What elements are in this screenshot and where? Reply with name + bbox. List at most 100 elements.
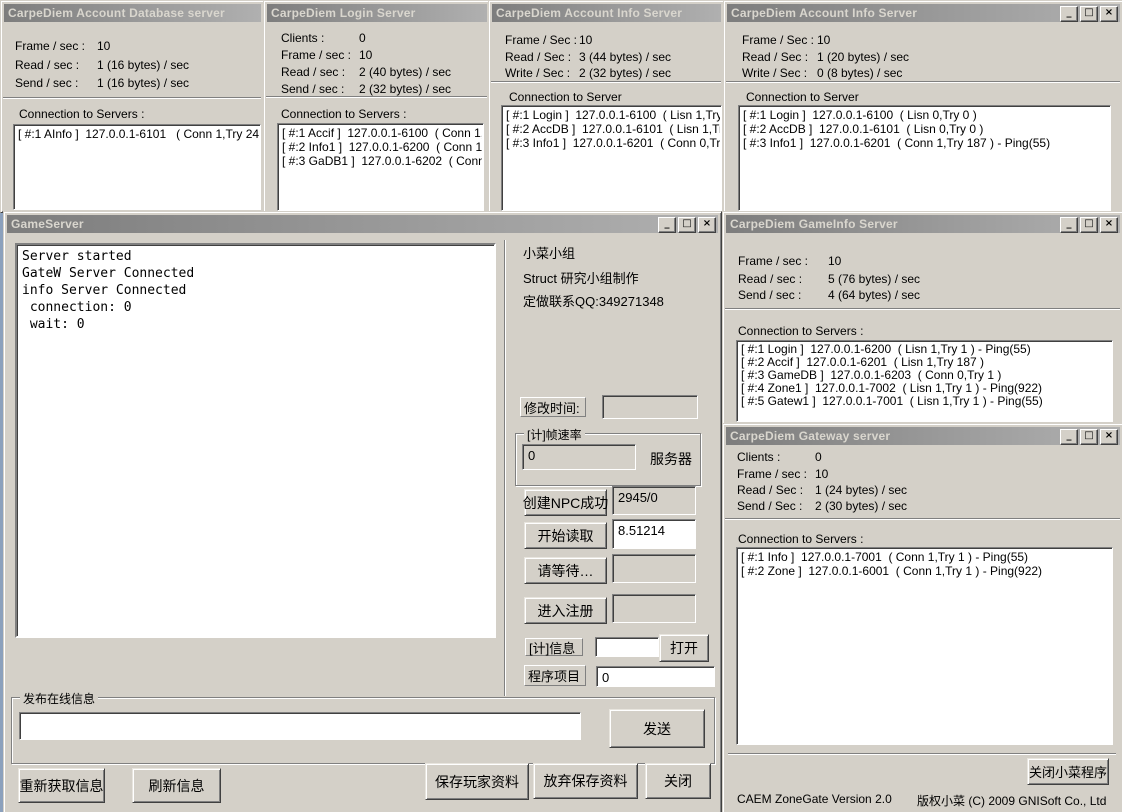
stat-label: Frame / sec : <box>15 39 85 53</box>
stat-value: 2 (32 bytes) / sec <box>359 82 451 96</box>
connection-entry[interactable]: [ #:2 Info1 ] 127.0.0.1-6200 ( Conn 1,Tr… <box>279 140 482 154</box>
connection-entry[interactable]: [ #:1 Login ] 127.0.0.1-6100 ( Lisn 0,Tr… <box>740 108 1109 122</box>
connection-entry[interactable]: [ #:3 Info1 ] 127.0.0.1-6201 ( Conn 0,Tr… <box>503 136 720 150</box>
window-title: CarpeDiem Account Info Server <box>731 6 917 20</box>
stat-label: Write / Sec : <box>742 66 807 80</box>
connection-entry[interactable]: [ #:1 Login ] 127.0.0.1-6200 ( Lisn 1,Tr… <box>738 343 1111 356</box>
broadcast-input[interactable] <box>19 712 581 740</box>
connection-entry[interactable]: [ #:3 GameDB ] 127.0.0.1-6203 ( Conn 0,T… <box>738 369 1111 382</box>
stat-row: Read / sec : 2 (40 bytes) / sec <box>264 65 490 80</box>
maximize-button[interactable]: □ <box>678 217 696 233</box>
window-gameinfo-server: CarpeDiem GameInfo Server _ □ × Frame / … <box>722 211 1122 425</box>
titlebar[interactable]: CarpeDiem Account Database server <box>4 4 261 22</box>
register-field[interactable] <box>612 594 696 623</box>
stat-value: 2 (30 bytes) / sec <box>815 499 907 513</box>
stat-row: Frame / sec : 10 <box>723 467 1122 482</box>
save-player-data-button[interactable]: 保存玩家资料 <box>425 763 529 800</box>
close-button[interactable]: × <box>698 217 716 233</box>
modify-time-label: 修改时间: <box>520 397 586 417</box>
stat-label: Frame / Sec : <box>742 33 814 47</box>
stat-label: Read / Sec : <box>505 50 571 64</box>
stat-value: 0 (8 bytes) / sec <box>817 66 902 80</box>
connections-listbox: [ #:1 Login ] 127.0.0.1-6100 ( Lisn 1,Tr… <box>501 105 722 211</box>
connections-label: Connection to Servers : <box>281 107 406 121</box>
minimize-button[interactable]: _ <box>658 217 676 233</box>
fps-field[interactable]: 0 <box>522 444 636 470</box>
connection-entry[interactable]: [ #:2 AccDB ] 127.0.0.1-6101 ( Lisn 0,Tr… <box>740 122 1109 136</box>
connection-entry[interactable]: [ #:1 Info ] 127.0.0.1-7001 ( Conn 1,Try… <box>738 550 1111 564</box>
stat-row: Frame / sec : 10 <box>1 39 264 54</box>
maximize-button[interactable]: □ <box>1080 217 1098 233</box>
stat-row: Send / sec : 2 (32 bytes) / sec <box>264 82 490 97</box>
stat-label: Read / sec : <box>15 58 79 72</box>
connection-entry[interactable]: [ #:5 Gatew1 ] 127.0.0.1-7001 ( Lisn 1,T… <box>738 395 1111 408</box>
credit-contact: 定做联系QQ:349271348 <box>523 291 664 310</box>
server-log[interactable]: Server started GateW Server Connected in… <box>15 243 496 638</box>
close-button[interactable]: × <box>1100 217 1118 233</box>
close-button[interactable]: × <box>1100 6 1118 22</box>
modify-time-field[interactable] <box>602 395 698 419</box>
refresh-info-button[interactable]: 刷新信息 <box>132 768 221 803</box>
titlebar-buttons: _ □ × <box>1060 217 1118 233</box>
panel-divider <box>504 240 506 696</box>
connection-entry[interactable]: [ #:1 AInfo ] 127.0.0.1-6101 ( Conn 1,Tr… <box>15 127 259 141</box>
register-button[interactable]: 进入注册 <box>524 597 607 624</box>
window-gameserver: GameServer _ □ × Server started GateW Se… <box>3 211 722 812</box>
discard-save-button[interactable]: 放弃保存资料 <box>533 763 638 799</box>
credit-studio: Struct 研究小组制作 <box>523 268 639 287</box>
npc-count-field[interactable]: 2945/0 <box>612 486 696 515</box>
titlebar[interactable]: CarpeDiem Account Info Server <box>492 4 721 22</box>
maximize-button[interactable]: □ <box>1080 6 1098 22</box>
broadcast-group-label: 发布在线信息 <box>20 690 98 707</box>
minimize-button[interactable]: _ <box>1060 429 1078 445</box>
connection-entry[interactable]: [ #:2 Zone ] 127.0.0.1-6001 ( Conn 1,Try… <box>738 564 1111 578</box>
close-app-button[interactable]: 关闭小菜程序 <box>1027 758 1109 785</box>
send-button[interactable]: 发送 <box>609 709 705 748</box>
stat-row: Read / Sec : 1 (20 bytes) / sec <box>724 50 1122 65</box>
stat-value: 1 (16 bytes) / sec <box>97 58 189 72</box>
info-field[interactable] <box>595 637 659 657</box>
stat-label: Clients : <box>281 31 324 45</box>
wait-field[interactable] <box>612 554 696 583</box>
stat-row: Read / sec : 5 (76 bytes) / sec <box>723 272 1122 287</box>
titlebar-buttons: _ □ × <box>658 217 716 233</box>
connections-label: Connection to Servers : <box>738 532 863 546</box>
close-button[interactable]: × <box>1100 429 1118 445</box>
titlebar[interactable]: CarpeDiem Account Info Server _ □ × <box>727 4 1120 22</box>
program-label: 程序项目 <box>524 665 586 686</box>
connections-listbox: [ #:1 Info ] 127.0.0.1-7001 ( Conn 1,Try… <box>736 547 1113 745</box>
close-button[interactable]: 关闭 <box>645 763 711 799</box>
open-button[interactable]: 打开 <box>659 634 709 662</box>
connection-entry[interactable]: [ #:3 GaDB1 ] 127.0.0.1-6202 ( Conn 0,Tr… <box>279 154 482 168</box>
please-wait-button[interactable]: 请等待… <box>524 557 607 584</box>
minimize-button[interactable]: _ <box>1060 6 1078 22</box>
connections-listbox: [ #:1 AInfo ] 127.0.0.1-6101 ( Conn 1,Tr… <box>13 124 261 210</box>
titlebar[interactable]: CarpeDiem Gateway server _ □ × <box>726 427 1120 445</box>
minimize-button[interactable]: _ <box>1060 217 1078 233</box>
stat-label: Read / sec : <box>738 272 802 286</box>
refetch-info-button[interactable]: 重新获取信息 <box>18 768 105 803</box>
connection-entry[interactable]: [ #:2 Accif ] 127.0.0.1-6201 ( Lisn 1,Tr… <box>738 356 1111 369</box>
program-field[interactable]: 0 <box>596 666 715 687</box>
titlebar[interactable]: CarpeDiem Login Server <box>267 4 487 22</box>
fps-group-label: [计]帧速率 <box>524 426 585 443</box>
create-npc-button[interactable]: 创建NPC成功 <box>524 489 607 516</box>
connection-entry[interactable]: [ #:1 Login ] 127.0.0.1-6100 ( Lisn 1,Tr… <box>503 108 720 122</box>
connection-entry[interactable]: [ #:3 Info1 ] 127.0.0.1-6201 ( Conn 1,Tr… <box>740 136 1109 150</box>
titlebar[interactable]: GameServer _ □ × <box>7 215 718 233</box>
start-read-button[interactable]: 开始读取 <box>524 522 607 549</box>
titlebar[interactable]: CarpeDiem GameInfo Server _ □ × <box>726 215 1120 233</box>
maximize-button[interactable]: □ <box>1080 429 1098 445</box>
read-progress-field[interactable]: 8.51214 <box>612 519 696 549</box>
stat-value: 0 <box>359 31 366 45</box>
titlebar-buttons: _ □ × <box>1060 429 1118 445</box>
stat-label: Read / Sec : <box>737 483 803 497</box>
connection-entry[interactable]: [ #:2 AccDB ] 127.0.0.1-6101 ( Lisn 1,Tr… <box>503 122 720 136</box>
stat-row: Write / Sec : 2 (32 bytes) / sec <box>489 66 724 81</box>
separator <box>726 81 1120 83</box>
connection-entry[interactable]: [ #:1 Accif ] 127.0.0.1-6100 ( Conn 1,Tr… <box>279 126 482 140</box>
info-label: [计]信息 <box>525 638 583 656</box>
separator <box>725 518 1120 520</box>
stat-value: 1 (20 bytes) / sec <box>817 50 909 64</box>
connection-entry[interactable]: [ #:4 Zone1 ] 127.0.0.1-7002 ( Lisn 1,Tr… <box>738 382 1111 395</box>
